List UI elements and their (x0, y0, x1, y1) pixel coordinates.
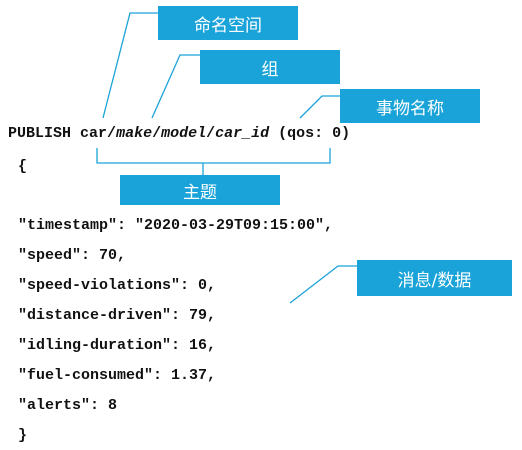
topic-segment-make: make (116, 125, 153, 142)
topic-segment-model: model (161, 125, 207, 142)
topic-separator: / (206, 125, 216, 142)
thing-name-leader (299, 95, 340, 119)
qos-setting: (qos: 0) (278, 125, 351, 142)
payload-line-speed-violations: "speed-violations": 0, (18, 277, 217, 294)
message-label: 消息/数据 (357, 260, 512, 296)
payload-open-brace: { (18, 158, 28, 175)
topic-segment-car: car (80, 125, 108, 142)
thing-name-label: 事物名称 (340, 89, 480, 123)
topic-bracket (96, 148, 331, 164)
message-leader (289, 265, 357, 304)
group-leader (151, 54, 200, 119)
namespace-leader (102, 12, 158, 119)
payload-line-fuel-consumed: "fuel-consumed": 1.37, (18, 367, 217, 384)
payload-line-speed: "speed": 70, (18, 247, 127, 264)
payload-line-alerts: "alerts": 8 (18, 397, 118, 414)
publish-keyword: PUBLISH (8, 125, 72, 142)
payload-line-timestamp: "timestamp": "2020-03-29T09:15:00", (18, 217, 334, 234)
group-label: 组 (200, 50, 340, 84)
topic-label: 主题 (120, 175, 280, 205)
topic-separator: / (107, 125, 117, 142)
namespace-label: 命名空间 (158, 6, 298, 40)
publish-command: PUBLISH car/make/model/car_id (qos: 0) (8, 124, 350, 144)
payload-line-idling-duration: "idling-duration": 16, (18, 337, 217, 354)
topic-separator: / (152, 125, 162, 142)
payload-line-distance-driven: "distance-driven": 79, (18, 307, 217, 324)
payload-close-brace: } (18, 427, 28, 444)
topic-segment-car-id: car_id (215, 125, 270, 142)
